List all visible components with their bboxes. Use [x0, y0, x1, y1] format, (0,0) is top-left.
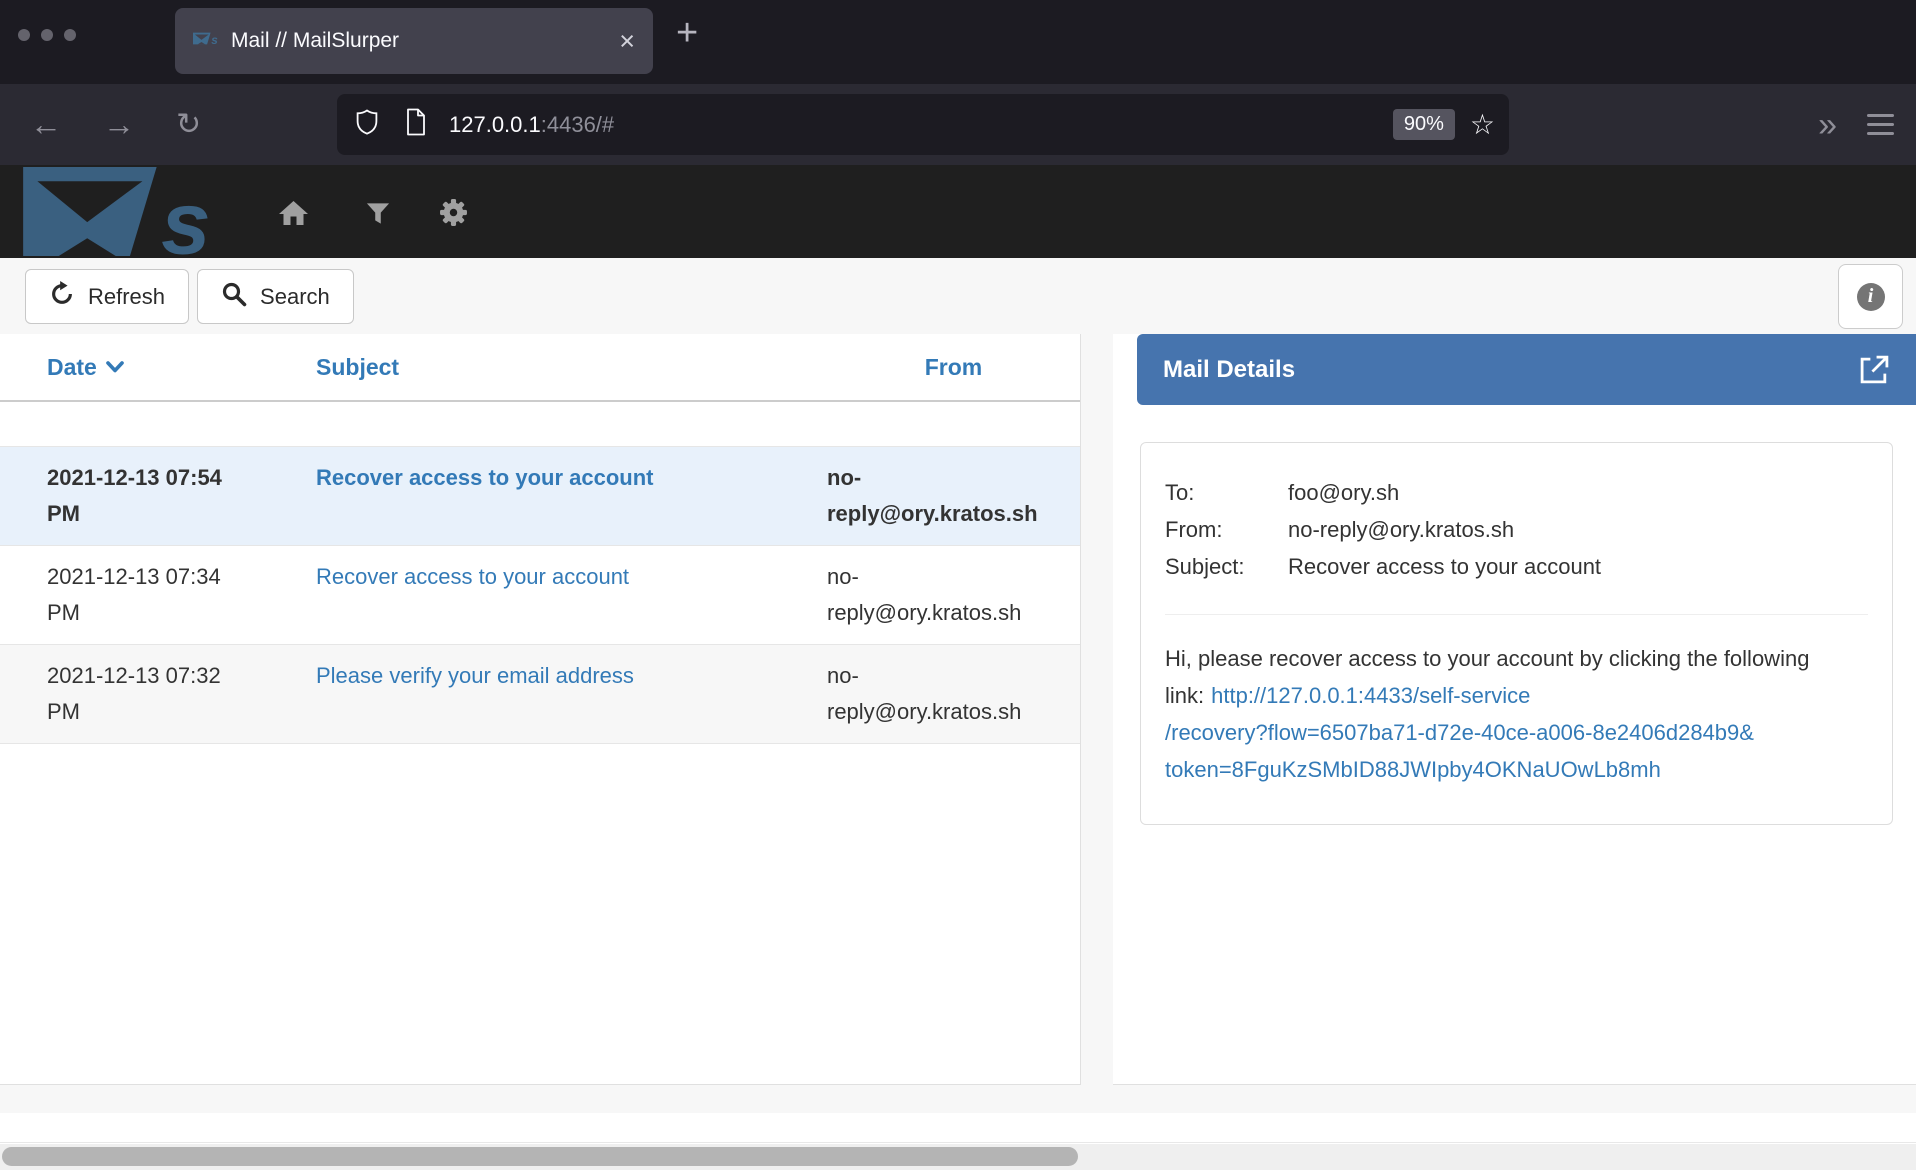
menu-icon[interactable] — [1867, 114, 1894, 135]
open-external-icon[interactable] — [1859, 354, 1890, 385]
recovery-link[interactable]: http://127.0.0.1:4433/self-service/recov… — [1165, 683, 1820, 788]
recovery-link-line1: http://127.0.0.1:4433/self-service — [1211, 683, 1530, 708]
tab-favicon-mailslurper-icon: s — [193, 29, 220, 53]
url-bar[interactable]: 127.0.0.1:4436/# 90% ☆ — [337, 94, 1509, 155]
url-host: 127.0.0.1 — [449, 112, 541, 137]
mail-details-card: To: foo@ory.sh From: no-reply@ory.kratos… — [1140, 442, 1893, 825]
svg-text:s: s — [211, 34, 218, 47]
mail-from: no-reply@ory.kratos.sh — [827, 658, 1039, 730]
browser-tab[interactable]: s Mail // MailSlurper × — [175, 8, 653, 74]
subject-label: Subject: — [1165, 548, 1288, 585]
column-header-date[interactable]: Date — [47, 354, 316, 381]
card-divider — [1165, 614, 1868, 615]
mail-details-title: Mail Details — [1163, 356, 1295, 384]
subject-value: Recover access to your account — [1288, 548, 1868, 585]
info-icon: i — [1857, 283, 1885, 311]
to-value: foo@ory.sh — [1288, 474, 1868, 511]
refresh-button[interactable]: Refresh — [25, 269, 189, 324]
field-from: From: no-reply@ory.kratos.sh — [1165, 511, 1868, 548]
search-icon — [221, 281, 247, 313]
mail-list-panel: Date Subject From 2021-12-13 07:54 PM Re… — [0, 334, 1081, 1085]
sort-descending-chevron-icon — [106, 361, 124, 373]
mail-date: 2021-12-13 07:54 PM — [47, 460, 242, 532]
mail-details-header: Mail Details — [1137, 334, 1916, 405]
table-row[interactable]: 2021-12-13 07:34 PM Recover access to yo… — [0, 546, 1080, 645]
shield-icon[interactable] — [355, 109, 379, 140]
browser-tab-bar: s Mail // MailSlurper × + — [0, 0, 1916, 84]
zoom-level-badge[interactable]: 90% — [1393, 109, 1455, 140]
scrollbar-thumb[interactable] — [2, 1147, 1078, 1166]
reload-button[interactable]: ↻ — [176, 107, 201, 142]
tab-close-icon[interactable]: × — [619, 28, 635, 55]
recovery-link-line3: token=8FguKzSMbID88JWIpby4OKNaUOwLb8mh — [1165, 751, 1820, 788]
refresh-label: Refresh — [88, 284, 165, 310]
mail-body: Hi, please recover access to your accoun… — [1165, 640, 1820, 788]
window-controls[interactable] — [18, 29, 76, 41]
info-button[interactable]: i — [1838, 264, 1903, 329]
recovery-link-line2: /recovery?flow=6507ba71-d72e-40ce-a006-8… — [1165, 714, 1820, 751]
mailslurper-logo: s — [23, 167, 228, 261]
horizontal-scrollbar[interactable] — [0, 1144, 1916, 1170]
browser-window: s Mail // MailSlurper × + ← → ↻ 1 — [0, 0, 1916, 1170]
mail-from: no-reply@ory.kratos.sh — [827, 559, 1039, 631]
mail-subject-link[interactable]: Please verify your email address — [316, 663, 634, 688]
page-info-icon[interactable] — [405, 108, 427, 141]
table-row[interactable]: 2021-12-13 07:32 PM Please verify your e… — [0, 645, 1080, 744]
column-header-subject[interactable]: Subject — [316, 354, 827, 381]
to-label: To: — [1165, 474, 1288, 511]
forward-button[interactable]: → — [103, 106, 135, 143]
mail-list-header: Date Subject From — [0, 334, 1080, 402]
mail-date: 2021-12-13 07:34 PM — [47, 559, 242, 631]
bookmark-star-icon[interactable]: ☆ — [1470, 111, 1495, 139]
table-row[interactable]: 2021-12-13 07:54 PM Recover access to yo… — [0, 446, 1080, 546]
toolbar-overflow-icon[interactable]: » — [1818, 108, 1835, 142]
mail-subject: Recover access to your account — [316, 559, 827, 631]
url-text[interactable]: 127.0.0.1:4436/# — [449, 112, 614, 138]
filter-icon[interactable] — [366, 202, 390, 230]
search-button[interactable]: Search — [197, 269, 354, 324]
mail-details-panel: Mail Details To: foo@ory.sh From: no-re — [1113, 334, 1916, 1085]
browser-navbar: ← → ↻ 127.0.0.1:4436/# 90% ☆ » — [0, 84, 1916, 165]
search-label: Search — [260, 284, 330, 310]
mailslurper-header: s — [0, 165, 1916, 258]
mail-subject: Recover access to your account — [316, 460, 827, 532]
url-port-path: :4436/# — [541, 112, 614, 137]
field-to: To: foo@ory.sh — [1165, 474, 1868, 511]
tab-title: Mail // MailSlurper — [231, 29, 399, 53]
bottom-spacer — [0, 1113, 1916, 1143]
from-label: From: — [1165, 511, 1288, 548]
mail-from: no-reply@ory.kratos.sh — [827, 460, 1039, 532]
refresh-icon — [49, 281, 75, 313]
back-button[interactable]: ← — [30, 106, 62, 143]
from-value: no-reply@ory.kratos.sh — [1288, 511, 1868, 548]
svg-text:s: s — [161, 172, 211, 256]
date-column-label: Date — [47, 354, 97, 381]
panel-gutter — [1081, 334, 1113, 1113]
mail-subject: Please verify your email address — [316, 658, 827, 730]
new-tab-button[interactable]: + — [676, 14, 698, 52]
content-area: Date Subject From 2021-12-13 07:54 PM Re… — [0, 334, 1916, 1113]
mail-rows: 2021-12-13 07:54 PM Recover access to yo… — [0, 446, 1080, 744]
app-toolbar: Refresh Search i — [0, 258, 1916, 334]
column-header-from[interactable]: From — [827, 354, 1080, 381]
gear-icon[interactable] — [439, 198, 468, 232]
mail-subject-link[interactable]: Recover access to your account — [316, 564, 629, 589]
mail-subject-link[interactable]: Recover access to your account — [316, 465, 653, 490]
home-icon[interactable] — [278, 200, 309, 231]
mail-date: 2021-12-13 07:32 PM — [47, 658, 242, 730]
field-subject: Subject: Recover access to your account — [1165, 548, 1868, 585]
